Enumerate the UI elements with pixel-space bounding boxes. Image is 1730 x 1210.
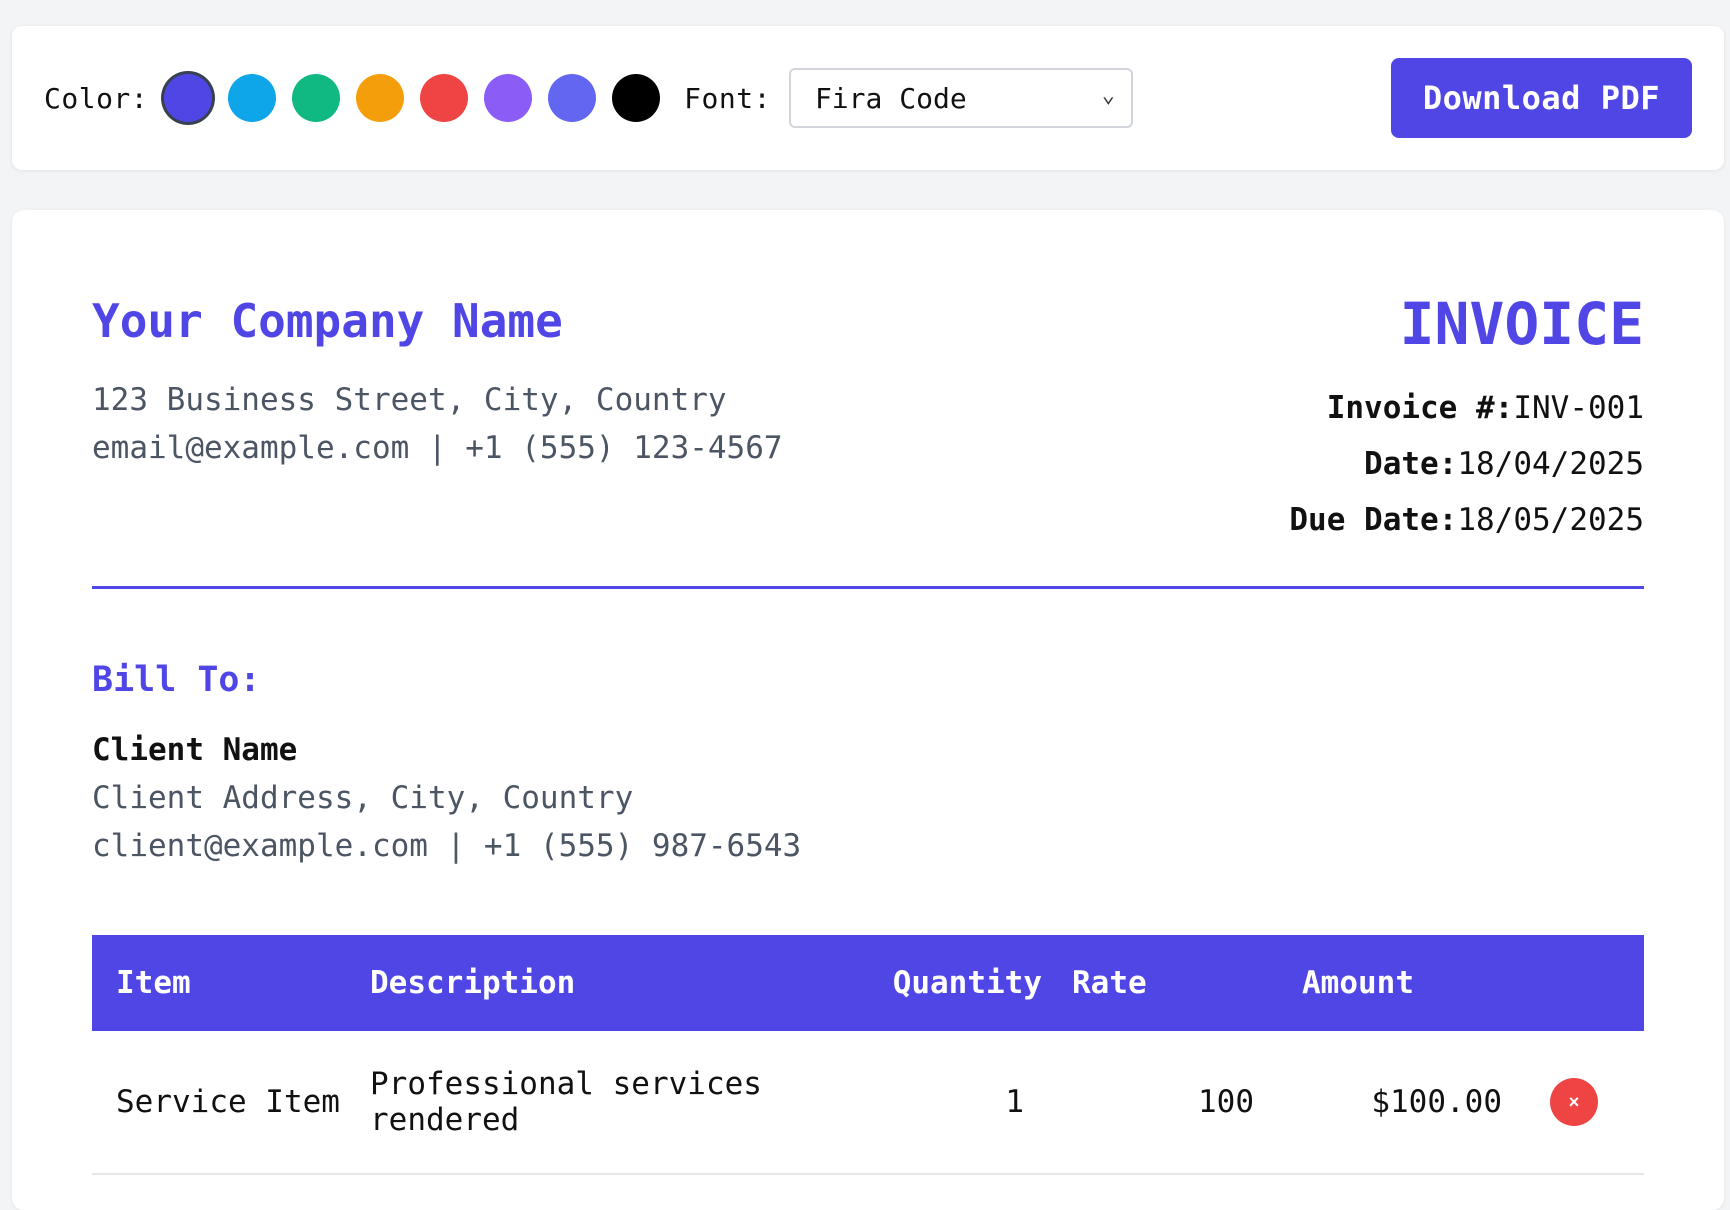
invoice-header: Your Company Name 123 Business Street, C… bbox=[92, 210, 1644, 590]
row-item[interactable]: Service Item bbox=[92, 1084, 346, 1120]
color-swatch-emerald[interactable] bbox=[292, 74, 341, 122]
company-name: Your Company Name bbox=[92, 294, 563, 348]
company-contact: email@example.com | +1 (555) 123-4567 bbox=[92, 430, 783, 466]
font-select-value: Fira Code bbox=[814, 81, 967, 115]
items-table: Item Description Quantity Rate Amount Se… bbox=[92, 935, 1644, 1175]
close-icon: × bbox=[1568, 1091, 1580, 1112]
invoice-date-row: Date:18/04/2025 bbox=[1364, 446, 1644, 482]
invoice-number-row: Invoice #:INV-001 bbox=[1327, 390, 1644, 426]
color-swatch-amber[interactable] bbox=[356, 74, 405, 122]
header-description: Description bbox=[370, 965, 576, 1001]
color-label: Color: bbox=[44, 81, 149, 115]
toolbar: Color: Font: Fira Code ⌄ Download PDF bbox=[12, 26, 1724, 170]
download-pdf-button[interactable]: Download PDF bbox=[1390, 58, 1692, 138]
items-table-header: Item Description Quantity Rate Amount bbox=[92, 935, 1644, 1031]
invoice-date-value: 18/04/2025 bbox=[1457, 446, 1644, 482]
invoice-title: INVOICE bbox=[1399, 290, 1644, 358]
color-swatch-black[interactable] bbox=[612, 74, 661, 122]
header-quantity: Quantity bbox=[892, 965, 1042, 1001]
client-name: Client Name bbox=[92, 732, 298, 768]
chevron-down-icon: ⌄ bbox=[1101, 83, 1115, 108]
row-description[interactable]: Professional services rendered bbox=[346, 1066, 802, 1138]
table-row: Service Item Professional services rende… bbox=[92, 1031, 1644, 1175]
invoice-due-date-row: Due Date:18/05/2025 bbox=[1289, 502, 1644, 538]
client-contact: client@example.com | +1 (555) 987-6543 bbox=[92, 828, 802, 864]
invoice-sheet: Your Company Name 123 Business Street, C… bbox=[12, 210, 1724, 1210]
invoice-number-label: Invoice #: bbox=[1326, 390, 1514, 426]
header-item: Item bbox=[116, 965, 191, 1001]
header-divider bbox=[92, 586, 1644, 589]
header-rate: Rate bbox=[1072, 965, 1147, 1001]
invoice-due-label: Due Date: bbox=[1289, 502, 1458, 538]
color-swatches bbox=[164, 74, 661, 122]
row-amount: $100.00 bbox=[1371, 1084, 1502, 1120]
remove-row-button[interactable]: × bbox=[1550, 1078, 1598, 1126]
invoice-due-value: 18/05/2025 bbox=[1457, 502, 1644, 538]
row-quantity[interactable]: 1 bbox=[802, 1084, 1042, 1120]
header-amount: Amount bbox=[1302, 965, 1414, 1001]
company-address: 123 Business Street, City, Country bbox=[92, 382, 727, 418]
row-rate[interactable]: 100 bbox=[1042, 1084, 1272, 1120]
color-swatch-sky[interactable] bbox=[228, 74, 277, 122]
color-swatch-violet[interactable] bbox=[484, 74, 533, 122]
font-select[interactable]: Fira Code ⌄ bbox=[788, 68, 1133, 128]
color-swatch-indigo[interactable] bbox=[164, 74, 213, 122]
color-swatch-periwinkle[interactable] bbox=[548, 74, 597, 122]
invoice-date-label: Date: bbox=[1364, 446, 1458, 482]
font-label: Font: bbox=[684, 81, 771, 115]
bill-to-title: Bill To: bbox=[92, 660, 261, 700]
client-address: Client Address, City, Country bbox=[92, 780, 634, 816]
color-swatch-red[interactable] bbox=[420, 74, 469, 122]
invoice-number-value: INV-001 bbox=[1513, 390, 1644, 426]
